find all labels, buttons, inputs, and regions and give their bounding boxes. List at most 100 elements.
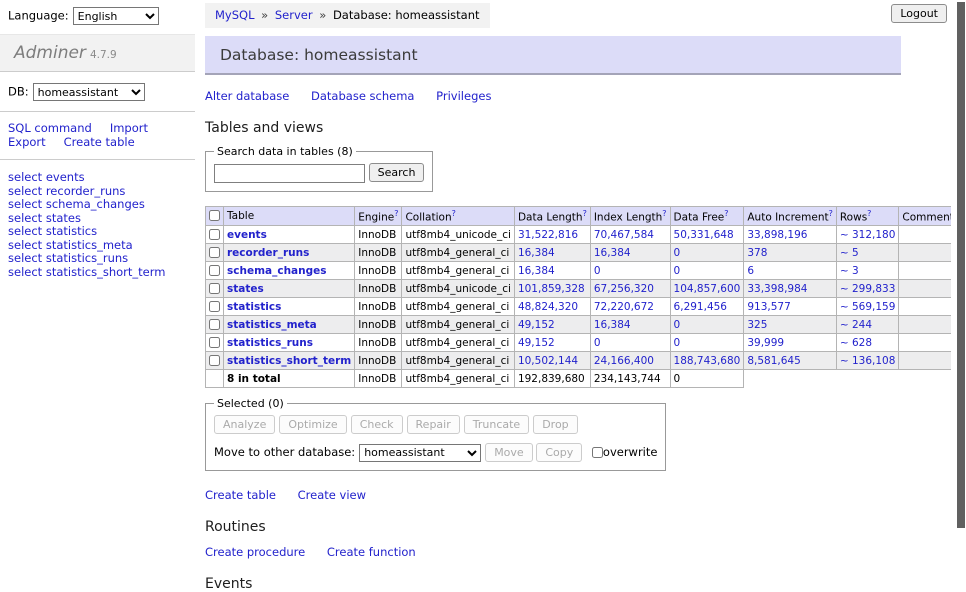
help-icon[interactable]: ?	[583, 209, 587, 218]
create-table-link[interactable]: Create table	[64, 135, 135, 149]
data-length-cell: 16,384	[514, 244, 590, 262]
selected-legend: Selected (0)	[214, 397, 287, 410]
sidebar-select-link[interactable]: select events	[8, 171, 187, 184]
table-row: recorder_runsInnoDButf8mb4_general_ci16,…	[206, 244, 962, 262]
data-free-cell: 0	[670, 334, 744, 352]
breadcrumb-mysql-link[interactable]: MySQL	[215, 8, 255, 22]
column-header[interactable]: Rows?	[836, 206, 899, 226]
auto-increment-cell: 913,577	[744, 298, 837, 316]
table-name-link[interactable]: statistics_short_term	[227, 355, 351, 367]
table-row: statisticsInnoDButf8mb4_general_ci48,824…	[206, 298, 962, 316]
sidebar-select-link[interactable]: select statistics	[8, 225, 187, 238]
column-header[interactable]: Data Free?	[670, 206, 744, 226]
main-content: MySQL » Server » Database: homeassistant…	[205, 0, 901, 592]
row-checkbox[interactable]	[209, 355, 220, 366]
copy-button[interactable]: Copy	[536, 443, 582, 462]
search-button[interactable]: Search	[369, 163, 425, 182]
scrollbar-thumb[interactable]	[957, 2, 965, 528]
language-row: Language:English	[0, 0, 195, 25]
table-name-link[interactable]: statistics_meta	[227, 319, 317, 331]
database-schema-link[interactable]: Database schema	[311, 89, 414, 103]
sidebar-select-link[interactable]: select states	[8, 212, 187, 225]
optimize-button[interactable]: Optimize	[279, 415, 346, 434]
drop-button[interactable]: Drop	[533, 415, 577, 434]
privileges-link[interactable]: Privileges	[436, 89, 491, 103]
create-table-link-bottom[interactable]: Create table	[205, 488, 276, 502]
table-name-link[interactable]: recorder_runs	[227, 247, 309, 259]
tables-tbody: eventsInnoDButf8mb4_unicode_ci31,522,816…	[206, 226, 962, 388]
truncate-button[interactable]: Truncate	[464, 415, 529, 434]
data-free-cell: 188,743,680	[670, 352, 744, 370]
table-name-link[interactable]: statistics	[227, 301, 281, 313]
alter-database-link[interactable]: Alter database	[205, 89, 289, 103]
sidebar-select-link[interactable]: select schema_changes	[8, 198, 187, 211]
table-name-link[interactable]: states	[227, 283, 264, 295]
column-header[interactable]: Data Length?	[514, 206, 590, 226]
events-section-title: Events	[205, 576, 901, 592]
help-icon[interactable]: ?	[867, 209, 871, 218]
total-data-free: 0	[670, 370, 744, 388]
search-legend: Search data in tables (8)	[214, 145, 356, 158]
total-index-length: 234,143,744	[590, 370, 670, 388]
rows-cell: ~ 244	[836, 316, 899, 334]
total-label: 8 in total	[224, 370, 355, 388]
auto-increment-cell: 39,999	[744, 334, 837, 352]
overwrite-checkbox[interactable]	[592, 447, 603, 458]
sidebar-select-link[interactable]: select statistics_runs	[8, 252, 187, 265]
language-select[interactable]: English	[73, 7, 159, 25]
db-select[interactable]: homeassistant	[33, 83, 145, 101]
table-name-link[interactable]: statistics_runs	[227, 337, 313, 349]
move-button[interactable]: Move	[485, 443, 533, 462]
help-icon[interactable]: ?	[394, 209, 398, 218]
import-link[interactable]: Import	[110, 121, 148, 135]
move-db-select[interactable]: homeassistant	[359, 444, 481, 462]
collation-cell: utf8mb4_general_ci	[402, 352, 514, 370]
table-name-link[interactable]: events	[227, 229, 267, 241]
collation-cell: utf8mb4_general_ci	[402, 298, 514, 316]
repair-button[interactable]: Repair	[407, 415, 460, 434]
auto-increment-cell: 33,398,984	[744, 280, 837, 298]
column-header[interactable]: Engine?	[355, 206, 402, 226]
table-name-link[interactable]: schema_changes	[227, 265, 327, 277]
row-checkbox[interactable]	[209, 301, 220, 312]
auto-increment-cell: 325	[744, 316, 837, 334]
help-icon[interactable]: ?	[452, 209, 456, 218]
row-checkbox[interactable]	[209, 229, 220, 240]
help-icon[interactable]: ?	[724, 209, 728, 218]
table-row: schema_changesInnoDButf8mb4_general_ci16…	[206, 262, 962, 280]
row-checkbox-cell	[206, 262, 224, 280]
row-checkbox[interactable]	[209, 247, 220, 258]
column-header[interactable]: Auto Increment?	[744, 206, 837, 226]
check-button[interactable]: Check	[351, 415, 403, 434]
help-icon[interactable]: ?	[829, 209, 833, 218]
move-row: Move to other database:homeassistantMove…	[214, 443, 657, 462]
data-free-cell: 50,331,648	[670, 226, 744, 244]
sidebar-select-link[interactable]: select statistics_meta	[8, 239, 187, 252]
rows-cell: ~ 312,180	[836, 226, 899, 244]
tables-and-views-table: TableEngine?Collation?Data Length?Index …	[205, 206, 962, 389]
select-all-checkbox[interactable]	[209, 210, 220, 221]
row-checkbox[interactable]	[209, 283, 220, 294]
sidebar-select-link[interactable]: select recorder_runs	[8, 185, 187, 198]
engine-cell: InnoDB	[355, 316, 402, 334]
create-view-link[interactable]: Create view	[298, 488, 366, 502]
create-function-link[interactable]: Create function	[327, 545, 416, 559]
sql-command-link[interactable]: SQL command	[8, 121, 92, 135]
row-checkbox[interactable]	[209, 265, 220, 276]
create-procedure-link[interactable]: Create procedure	[205, 545, 305, 559]
column-header[interactable]: Index Length?	[590, 206, 670, 226]
row-checkbox[interactable]	[209, 319, 220, 330]
vertical-scrollbar[interactable]	[951, 0, 966, 543]
row-checkbox[interactable]	[209, 337, 220, 348]
breadcrumb: MySQL » Server » Database: homeassistant	[205, 3, 490, 28]
analyze-button[interactable]: Analyze	[214, 415, 275, 434]
search-input[interactable]	[214, 164, 365, 183]
help-icon[interactable]: ?	[662, 209, 666, 218]
export-link[interactable]: Export	[8, 135, 46, 149]
breadcrumb-separator: »	[319, 8, 326, 22]
table-name-cell: recorder_runs	[224, 244, 355, 262]
logout-button[interactable]: Logout	[891, 4, 947, 23]
sidebar-select-link[interactable]: select statistics_short_term	[8, 266, 187, 279]
column-header[interactable]: Collation?	[402, 206, 514, 226]
breadcrumb-server-link[interactable]: Server	[275, 8, 313, 22]
